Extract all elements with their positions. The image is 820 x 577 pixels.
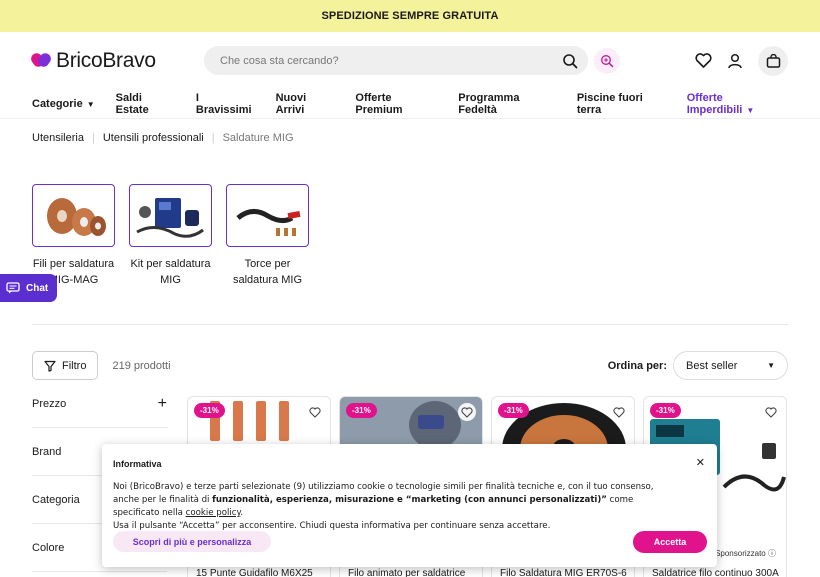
logo[interactable]: BricoBravo bbox=[32, 49, 204, 73]
search-input[interactable]: Che cosa sta cercando? bbox=[220, 55, 562, 67]
breadcrumb-separator: | bbox=[91, 132, 95, 144]
nav-item-saldi-estate[interactable]: Saldi Estate bbox=[116, 92, 175, 116]
nav-item-nuovi-arrivi[interactable]: Nuovi Arrivi bbox=[276, 92, 335, 116]
wishlist-heart-icon[interactable] bbox=[306, 403, 324, 421]
product-title[interactable]: 15 Punte Guidafilo M6X25 bbox=[196, 568, 326, 577]
promo-bar: SPEDIZIONE SEMPRE GRATUITA bbox=[0, 0, 820, 32]
cookie-title: Informativa bbox=[113, 459, 162, 469]
breadcrumb-utensili-professionali[interactable]: Utensili professionali bbox=[103, 132, 204, 144]
chevron-down-icon: ▼ bbox=[86, 99, 95, 109]
label-line: Fili per saldatura bbox=[32, 258, 115, 270]
section-divider bbox=[32, 324, 788, 325]
product-count: 219 prodotti bbox=[112, 359, 171, 372]
label-line: Torce per bbox=[244, 258, 291, 270]
breadcrumb: Utensileria | Utensili professionali | S… bbox=[0, 119, 820, 157]
cookie-text: Noi (BricoBravo) e terze parti seleziona… bbox=[113, 481, 673, 533]
sort-label: Ordina per: bbox=[607, 359, 667, 372]
subcategory-torce[interactable]: Torce per saldatura MIG bbox=[226, 184, 309, 288]
facet-prezzo[interactable]: Prezzo + bbox=[32, 380, 167, 428]
sort-select[interactable]: Best seller ▼ bbox=[673, 351, 788, 380]
sponsored-text: Sponsorizzato bbox=[715, 549, 766, 558]
promo-text: SPEDIZIONE SEMPRE GRATUITA bbox=[321, 10, 499, 22]
search-bar[interactable]: Che cosa sta cercando? bbox=[204, 46, 588, 75]
label-line: MIG bbox=[160, 274, 181, 286]
discount-badge: -31% bbox=[346, 403, 377, 418]
account-icon[interactable] bbox=[726, 52, 744, 70]
wishlist-heart-icon[interactable] bbox=[458, 403, 476, 421]
label-line: Kit per saldatura bbox=[130, 258, 211, 270]
facet-label: Prezzo bbox=[32, 397, 67, 410]
search-icon[interactable] bbox=[562, 53, 578, 69]
nav-item-offerte-premium[interactable]: Offerte Premium bbox=[355, 92, 437, 116]
funnel-icon bbox=[44, 360, 56, 372]
chat-icon bbox=[6, 282, 20, 294]
wishlist-heart-icon[interactable] bbox=[762, 403, 780, 421]
breadcrumb-current: Saldature MIG bbox=[222, 132, 294, 144]
breadcrumb-separator: | bbox=[211, 132, 215, 144]
subcategory-image bbox=[129, 184, 212, 247]
info-icon[interactable]: ⓘ bbox=[768, 549, 776, 558]
nav-item-piscine[interactable]: Piscine fuori terra bbox=[577, 92, 666, 116]
product-title[interactable]: Filo animato per saldatrice bbox=[348, 568, 478, 577]
product-title[interactable]: Saldatrice filo continuo 300A bbox=[652, 568, 782, 577]
chevron-down-icon: ▼ bbox=[767, 361, 775, 370]
subcategory-list: Fili per saldatura MIG-MAG Kit per saldat… bbox=[32, 184, 309, 288]
header-actions bbox=[694, 45, 788, 76]
close-icon[interactable]: ✕ bbox=[696, 456, 705, 469]
facet-label: Categoria bbox=[32, 493, 80, 506]
filter-button[interactable]: Filtro bbox=[32, 351, 99, 380]
facet-label: Brand bbox=[32, 445, 62, 458]
facet-label: Colore bbox=[32, 541, 65, 554]
cart-bag-icon[interactable] bbox=[758, 45, 788, 76]
product-title[interactable]: Filo Saldatura MIG ER70S-6 bbox=[500, 568, 630, 577]
wishlist-heart-icon[interactable] bbox=[694, 52, 712, 70]
sponsored-label: Sponsorizzato ⓘ bbox=[715, 548, 776, 559]
nav-item-categorie[interactable]: Categorie ▼ bbox=[32, 98, 95, 110]
discount-badge: -31% bbox=[498, 403, 529, 418]
subcategory-label: Torce per saldatura MIG bbox=[226, 256, 309, 288]
cookie-policy-link[interactable]: cookie policy bbox=[186, 508, 241, 518]
discount-badge: -31% bbox=[650, 403, 681, 418]
nav-label: Offerte Imperdibili bbox=[686, 91, 743, 116]
nav-item-offerte-imperdibili[interactable]: Offerte Imperdibili ▼ bbox=[687, 92, 788, 116]
breadcrumb-utensileria[interactable]: Utensileria bbox=[32, 132, 84, 144]
cookie-text-part: . bbox=[240, 508, 244, 518]
header: BricoBravo Che cosa sta cercando? bbox=[0, 32, 820, 89]
plus-icon: + bbox=[157, 394, 167, 412]
label-line: saldatura MIG bbox=[232, 274, 303, 286]
nav-item-i-bravissimi[interactable]: I Bravissimi bbox=[196, 92, 255, 116]
nav-label: Categorie bbox=[32, 97, 83, 110]
visual-search-icon[interactable] bbox=[594, 47, 620, 74]
logo-heart-icon bbox=[32, 53, 52, 69]
accept-button[interactable]: Accetta bbox=[633, 531, 707, 553]
sort-value: Best seller bbox=[686, 359, 738, 372]
customize-button[interactable]: Scopri di più e personalizza bbox=[113, 531, 271, 552]
logo-text: BricoBravo bbox=[56, 48, 156, 72]
cookie-banner: Informativa ✕ Noi (BricoBravo) e terze p… bbox=[102, 444, 717, 567]
subcategory-label: Kit per saldatura MIG bbox=[129, 256, 212, 288]
chat-button[interactable]: Chat bbox=[0, 274, 57, 302]
subcategory-fili[interactable]: Fili per saldatura MIG-MAG bbox=[32, 184, 115, 288]
nav-item-programma-fedelta[interactable]: Programma Fedeltà bbox=[458, 92, 556, 116]
chat-label: Chat bbox=[26, 282, 49, 294]
cookie-text-part: Usa il pulsante “Accetta” per acconsenti… bbox=[113, 521, 551, 531]
discount-badge: -31% bbox=[194, 403, 225, 418]
main-nav: Categorie ▼ Saldi Estate I Bravissimi Nuo… bbox=[0, 89, 820, 119]
chevron-down-icon: ▼ bbox=[746, 105, 755, 115]
listing-toolbar: Filtro 219 prodotti Ordina per: Best sel… bbox=[32, 351, 788, 380]
cookie-text-bold: funzionalità, esperienza, misurazione e … bbox=[212, 495, 607, 505]
subcategory-image bbox=[226, 184, 309, 247]
filter-label: Filtro bbox=[62, 359, 87, 372]
wishlist-heart-icon[interactable] bbox=[610, 403, 628, 421]
subcategory-kit[interactable]: Kit per saldatura MIG bbox=[129, 184, 212, 288]
subcategory-image bbox=[32, 184, 115, 247]
